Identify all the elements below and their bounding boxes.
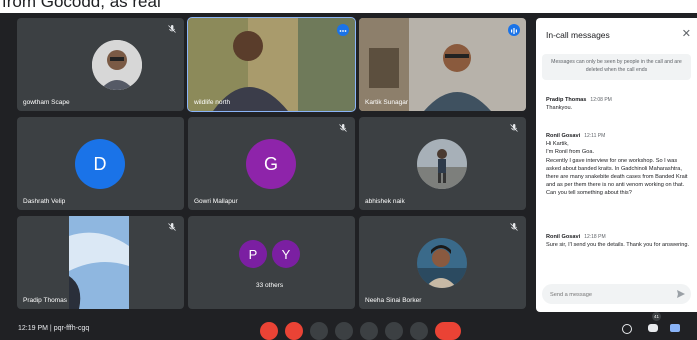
avatar: Y xyxy=(272,240,300,268)
emoji-button[interactable] xyxy=(335,322,353,340)
participant-name: Gowri Mallapur xyxy=(194,198,238,205)
participant-tile[interactable]: P Y 33 others xyxy=(188,216,355,309)
message-time: 12:11 PM xyxy=(584,133,606,139)
others-count: 33 others xyxy=(256,282,284,289)
message-time: 12:18 PM xyxy=(584,234,606,240)
bottom-bar: 12:19 PM | pqr-fffh-cgq 41 xyxy=(0,312,697,340)
mic-off-icon xyxy=(339,124,347,132)
participant-name: Neeha Sinai Borker xyxy=(365,297,422,304)
raise-hand-button[interactable] xyxy=(385,322,403,340)
participant-name: Pradip Thomas xyxy=(23,297,67,304)
more-options-icon[interactable] xyxy=(337,24,349,36)
avatar xyxy=(417,238,467,288)
participant-name: Dashrath Velip xyxy=(23,198,66,205)
video-feed xyxy=(69,216,129,309)
chat-notice: Messages can only be seen by people in t… xyxy=(542,54,691,80)
camera-toggle-button[interactable] xyxy=(285,322,303,340)
mic-off-icon xyxy=(510,124,518,132)
message-sender: Pradip Thomas xyxy=(546,97,587,103)
participant-tile[interactable]: D Dashrath Velip xyxy=(17,117,184,210)
message-sender: Ronil Gosavi xyxy=(546,234,581,240)
avatar: G xyxy=(246,139,296,189)
mic-off-icon xyxy=(168,25,176,33)
banner-text: from Gocodd, as real xyxy=(2,0,161,11)
participant-tile[interactable]: abhishek naik xyxy=(359,117,526,210)
participant-tile[interactable]: Neeha Sinai Borker xyxy=(359,216,526,309)
people-count-badge: 41 xyxy=(652,312,661,321)
send-icon[interactable] xyxy=(676,289,686,299)
more-options-button[interactable] xyxy=(410,322,428,340)
message-time: 12:08 PM xyxy=(590,97,612,103)
message-composer xyxy=(542,284,691,304)
message-text: Hi Kartik, I'm Ronil from Goa. Recently … xyxy=(546,141,688,197)
video-feed xyxy=(359,18,526,111)
close-icon[interactable]: ✕ xyxy=(682,27,691,40)
message-text: Thankyou. xyxy=(546,105,573,112)
participant-name: abhishek naik xyxy=(365,198,405,205)
mic-off-icon xyxy=(510,223,518,231)
present-button[interactable] xyxy=(360,322,378,340)
speaking-icon xyxy=(508,24,520,36)
participant-tile[interactable]: Kartik Sunagar xyxy=(359,18,526,111)
message-sender: Ronil Gosavi xyxy=(546,133,581,139)
participant-name: gowtham Scape xyxy=(23,99,70,106)
panel-title: In-call messages xyxy=(546,30,610,40)
participant-tile[interactable]: G Gowri Mallapur xyxy=(188,117,355,210)
video-feed xyxy=(188,18,355,111)
message-input[interactable] xyxy=(548,288,672,302)
participant-tile[interactable]: Pradip Thomas xyxy=(17,216,184,309)
avatar: D xyxy=(75,139,125,189)
top-banner: from Gocodd, as real xyxy=(0,0,697,13)
chat-message: Ronil Gosavi 12:18 PM Sure sir, I'l send … xyxy=(546,233,691,249)
avatar: P xyxy=(239,240,267,268)
chat-message: Pradip Thomas 12:08 PM Thankyou. xyxy=(546,96,691,112)
participant-name: wildlife north xyxy=(194,99,231,106)
participant-tile[interactable]: gowtham Scape xyxy=(17,18,184,111)
mic-off-icon xyxy=(168,223,176,231)
message-text: Sure sir, I'l send you the details. Than… xyxy=(546,242,690,249)
info-icon[interactable] xyxy=(622,324,632,334)
participant-tile[interactable]: wildlife north xyxy=(187,17,356,112)
avatar xyxy=(92,40,142,90)
avatar xyxy=(417,139,467,189)
leave-call-button[interactable] xyxy=(435,322,461,340)
chat-message: Ronil Gosavi 12:11 PM Hi Kartik, I'm Roni… xyxy=(546,132,691,198)
captions-button[interactable] xyxy=(310,322,328,340)
mic-toggle-button[interactable] xyxy=(260,322,278,340)
participant-name: Kartik Sunagar xyxy=(365,99,408,106)
chat-panel: In-call messages ✕ Messages can only be … xyxy=(536,18,697,312)
